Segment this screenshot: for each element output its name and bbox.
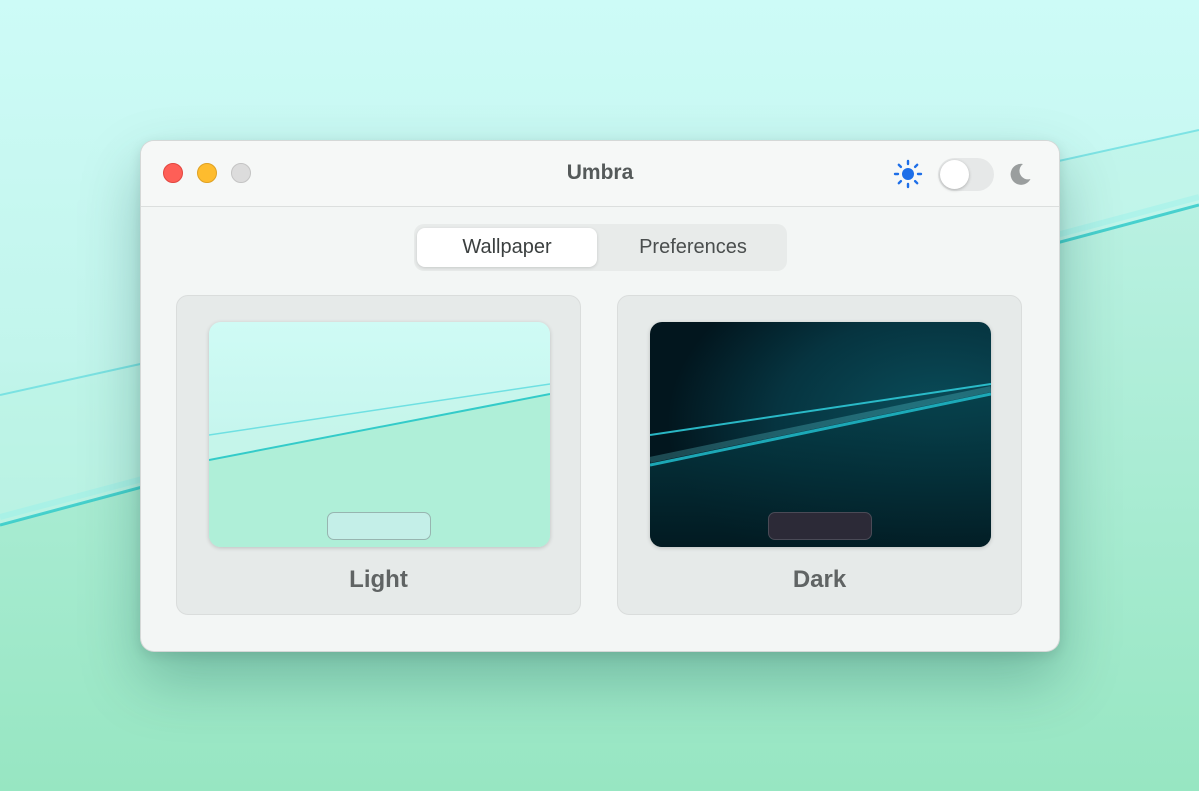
dark-wallpaper-preview[interactable] (650, 322, 991, 547)
dark-preview-dock (768, 512, 872, 540)
light-preview-dock (327, 512, 431, 540)
tab-wallpaper[interactable]: Wallpaper (417, 228, 597, 267)
tab-segmented-control: Wallpaper Preferences (414, 224, 787, 271)
light-wallpaper-card[interactable]: Light (176, 295, 581, 615)
dark-wallpaper-card[interactable]: Dark (617, 295, 1022, 615)
moon-icon[interactable] (1007, 161, 1033, 187)
sun-icon[interactable] (893, 159, 923, 189)
light-wallpaper-label: Light (349, 566, 408, 593)
app-window: Umbra Wallpaper Preferences Light Dark (140, 140, 1060, 652)
toggle-knob (940, 160, 969, 189)
tab-preferences[interactable]: Preferences (604, 228, 782, 267)
light-wallpaper-preview[interactable] (209, 322, 550, 547)
dark-wallpaper-label: Dark (792, 566, 847, 593)
appearance-toggle[interactable] (938, 158, 994, 191)
title-bar[interactable]: Umbra (141, 141, 1059, 207)
